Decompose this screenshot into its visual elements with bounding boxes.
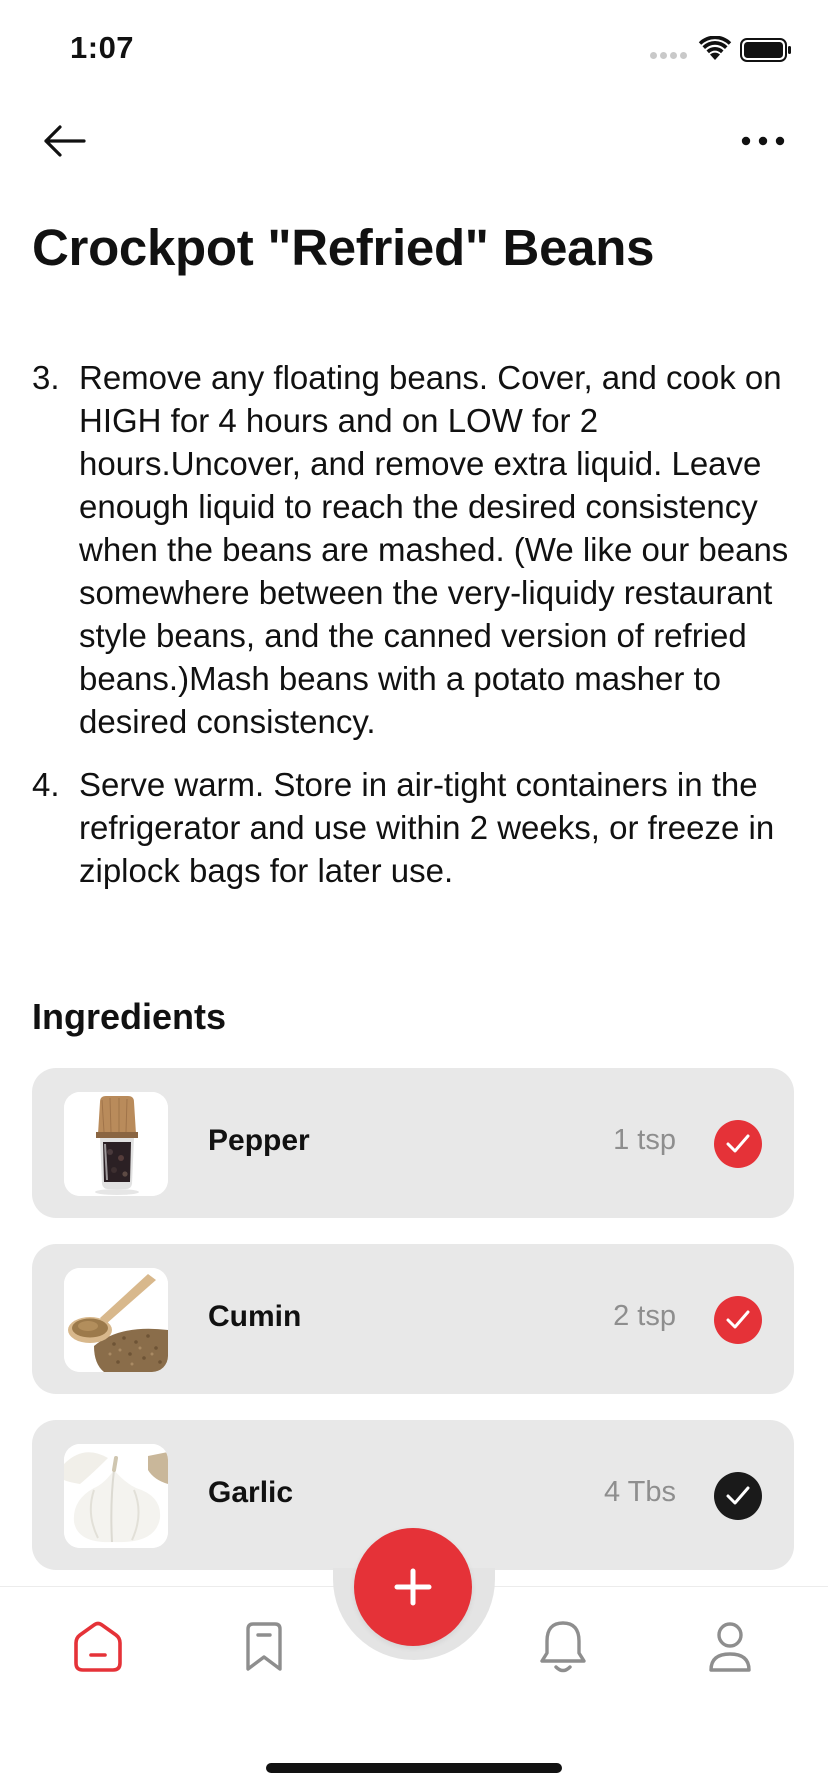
plus-icon [394, 1568, 432, 1606]
tab-home[interactable] [68, 1617, 128, 1677]
page-title: Crockpot "Refried" Beans [32, 219, 655, 276]
ingredient-quantity: 1 tsp [613, 1124, 676, 1156]
add-recipe-button[interactable] [354, 1528, 472, 1646]
home-indicator [266, 1763, 562, 1773]
bookmark-icon [246, 1622, 282, 1671]
ingredient-name: Garlic [208, 1476, 294, 1509]
tab-bookmarks[interactable] [234, 1617, 294, 1677]
more-options-button[interactable] [736, 118, 790, 164]
checkmark-icon [726, 1134, 750, 1153]
step-text: Serve warm. Store in air-tight container… [79, 766, 775, 889]
ingredient-name: Cumin [208, 1300, 302, 1333]
tab-notifications[interactable] [533, 1617, 593, 1677]
instruction-steps: 3. Remove any floating beans. Cover, and… [32, 356, 792, 912]
profile-icon [709, 1622, 751, 1672]
ingredient-name: Pepper [208, 1124, 310, 1157]
ingredient-checkbox[interactable] [714, 1120, 762, 1168]
more-dots-icon [741, 136, 785, 146]
ingredient-quantity: 4 Tbs [603, 1476, 676, 1508]
step-number: 4. [32, 766, 60, 803]
tab-profile[interactable] [700, 1617, 760, 1677]
ingredient-row-cumin[interactable]: Cumin 2 tsp [32, 1244, 794, 1394]
step-text: Remove any floating beans. Cover, and co… [79, 359, 789, 740]
arrow-left-icon [44, 125, 86, 157]
ingredient-checkbox[interactable] [714, 1472, 762, 1520]
back-button[interactable] [40, 118, 90, 164]
status-bar: 1:07 [0, 0, 828, 100]
home-icon [74, 1621, 122, 1672]
ingredient-quantity: 2 tsp [613, 1300, 676, 1332]
ingredient-row-pepper[interactable]: Pepper 1 tsp [32, 1068, 794, 1218]
pepper-image [64, 1092, 168, 1196]
step-item: 3. Remove any floating beans. Cover, and… [32, 356, 792, 743]
status-time: 1:07 [70, 30, 135, 65]
garlic-image [64, 1444, 168, 1548]
step-number: 3. [32, 359, 60, 396]
ingredients-heading: Ingredients [32, 996, 227, 1037]
battery-icon [740, 38, 791, 62]
checkmark-icon [726, 1486, 750, 1505]
step-item: 4. Serve warm. Store in air-tight contai… [32, 763, 792, 892]
ingredient-checkbox[interactable] [714, 1296, 762, 1344]
recipe-screen: 1:07 Crockpot "Refried" Beans 3. Remove … [0, 0, 828, 1792]
signal-icon [650, 52, 687, 59]
wifi-icon [698, 36, 732, 60]
checkmark-icon [726, 1310, 750, 1329]
bell-icon [540, 1621, 586, 1673]
cumin-image [64, 1268, 168, 1372]
